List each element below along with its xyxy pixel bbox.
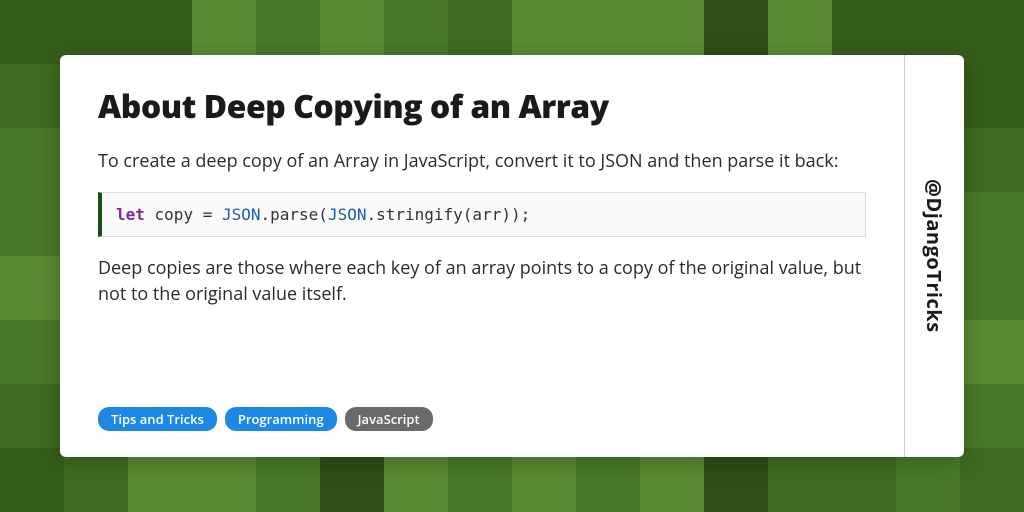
- code-text: .stringify(arr));: [366, 205, 530, 224]
- content-card: About Deep Copying of an Array To create…: [60, 55, 964, 457]
- tag[interactable]: Tips and Tricks: [98, 407, 217, 431]
- code-keyword: let: [116, 205, 145, 224]
- code-block: let copy = JSON.parse(JSON.stringify(arr…: [98, 192, 866, 237]
- page-title: About Deep Copying of an Array: [98, 85, 866, 128]
- card-aside: @DjangoTricks: [904, 55, 964, 457]
- code-class: JSON: [222, 205, 261, 224]
- code-text: .parse(: [261, 205, 328, 224]
- tag[interactable]: JavaScript: [345, 407, 433, 431]
- card-main: About Deep Copying of an Array To create…: [60, 55, 904, 457]
- code-class: JSON: [328, 205, 367, 224]
- tag[interactable]: Programming: [225, 407, 337, 431]
- tag-list: Tips and Tricks Programming JavaScript: [98, 407, 866, 431]
- code-text: copy =: [145, 205, 222, 224]
- explanation-paragraph: Deep copies are those where each key of …: [98, 255, 866, 307]
- author-handle: @DjangoTricks: [921, 179, 948, 333]
- intro-paragraph: To create a deep copy of an Array in Jav…: [98, 148, 866, 174]
